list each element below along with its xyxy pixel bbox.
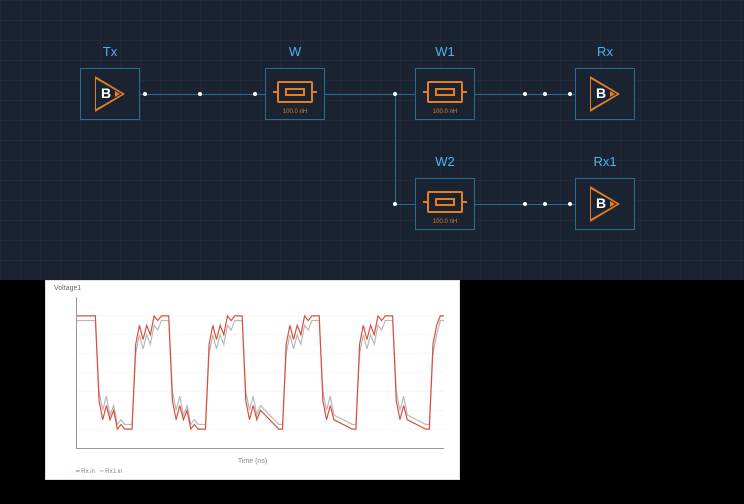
block-rx[interactable]: B (575, 68, 635, 120)
waveform-chart[interactable]: Voltage1 Time (ns) ━ Rx.in ━ Rx1.in (45, 280, 460, 480)
block-label-rx1: Rx1 (593, 154, 616, 169)
block-label-tx: Tx (103, 44, 117, 59)
port (393, 202, 397, 206)
port (523, 202, 527, 206)
wire (395, 204, 415, 205)
block-label-rx: Rx (597, 44, 613, 59)
tline-icon: 100.0 nH (273, 75, 317, 113)
wire (395, 94, 396, 204)
buffer-icon: B (590, 186, 620, 222)
tline-icon: 100.0 nH (423, 75, 467, 113)
buffer-icon: B (95, 76, 125, 112)
port (253, 92, 257, 96)
block-w2[interactable]: 100.0 nH (415, 178, 475, 230)
wire (140, 94, 265, 95)
schematic-canvas[interactable]: Tx B W 100.0 nH W1 100.0 nH Rx B (0, 0, 744, 280)
chart-title: Voltage1 (54, 285, 81, 292)
block-label-w: W (289, 44, 301, 59)
port (143, 92, 147, 96)
tline-icon: 100.0 nH (423, 185, 467, 223)
wire (325, 94, 415, 95)
block-label-w2: W2 (435, 154, 455, 169)
port (198, 92, 202, 96)
buffer-icon: B (590, 76, 620, 112)
port (568, 92, 572, 96)
port (543, 202, 547, 206)
block-rx1[interactable]: B (575, 178, 635, 230)
block-w[interactable]: 100.0 nH (265, 68, 325, 120)
port (568, 202, 572, 206)
block-label-w1: W1 (435, 44, 455, 59)
chart-legend: ━ Rx.in ━ Rx1.in (76, 468, 122, 475)
chart-xlabel: Time (ns) (238, 458, 267, 465)
port (393, 92, 397, 96)
port (523, 92, 527, 96)
chart-plot-area (76, 297, 444, 449)
block-w1[interactable]: 100.0 nH (415, 68, 475, 120)
port (543, 92, 547, 96)
block-tx[interactable]: B (80, 68, 140, 120)
